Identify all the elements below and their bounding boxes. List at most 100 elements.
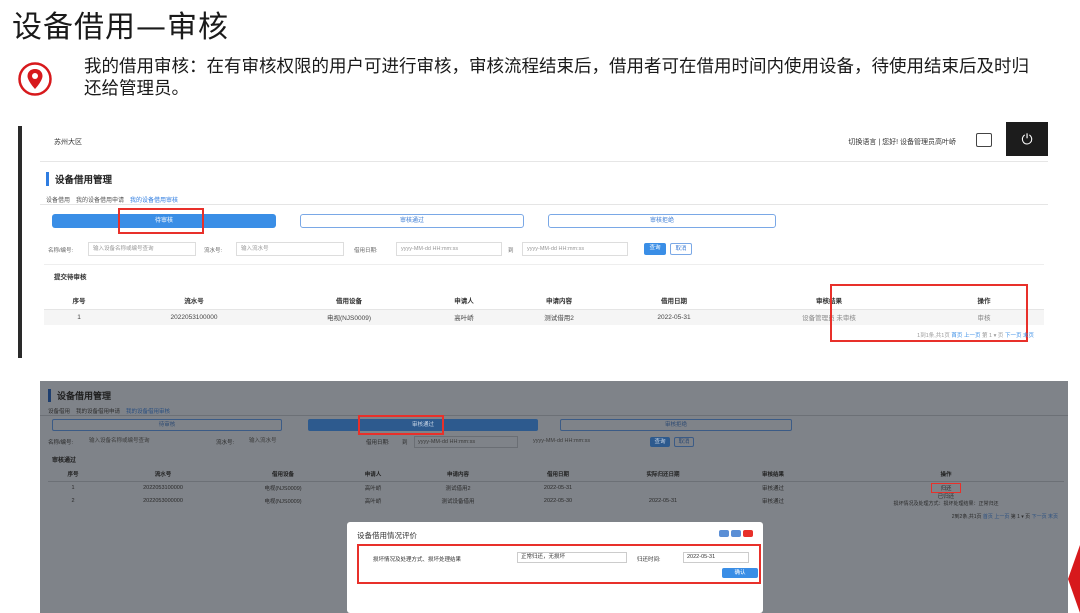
returned-label: 已归还: [937, 494, 955, 500]
pager-next[interactable]: 下一页: [1005, 333, 1022, 339]
pager-summary: 1到1条,共1页: [917, 333, 950, 339]
col-result: 审核结果: [718, 467, 828, 482]
pager-prev[interactable]: 上一页: [994, 514, 1009, 520]
col-serial: 流水号: [114, 291, 274, 310]
highlight-box-pending: [118, 208, 204, 234]
col-index: 序号: [48, 467, 98, 482]
cell-index: 2: [71, 498, 75, 504]
tab-bar: 设备借用 我的设备借用申请 我的设备借用审核: [48, 407, 170, 415]
cell-device: 电视(NJS0009): [264, 485, 302, 492]
pager-next[interactable]: 下一页: [1032, 514, 1047, 520]
name-input[interactable]: 输入设备名称或编号查询: [88, 242, 196, 256]
col-serial: 流水号: [98, 467, 228, 482]
pending-review-button[interactable]: 待审核: [52, 419, 282, 431]
cell-result: 审核通过: [761, 485, 784, 492]
tab-my-requests[interactable]: 我的设备借用申请: [76, 195, 124, 204]
pager-first[interactable]: 首页: [983, 514, 993, 520]
date-start-input[interactable]: yyyy-MM-dd HH:mm:ss: [396, 242, 502, 256]
returned-note: 损坏情况及处理方式：损坏处理结果：正常归还: [893, 501, 999, 507]
cell-return-date: 2022-05-31: [648, 498, 678, 504]
tab-borrow[interactable]: 设备借用: [48, 407, 70, 415]
cancel-button[interactable]: 取消: [674, 437, 694, 447]
tab-divider: [40, 204, 1048, 205]
pager-prev[interactable]: 上一页: [964, 333, 981, 339]
returned-status: 已归还 损坏情况及处理方式：损坏处理结果：正常归还: [828, 494, 1064, 508]
cell-date: 2022-05-31: [614, 309, 734, 325]
table-row: 2 2022053000000 电视(NJS0009) 高叶峤 测试设备借用 2…: [48, 494, 1064, 508]
col-content: 申请内容: [408, 467, 508, 482]
cell-serial: 2022053100000: [114, 309, 274, 325]
slide-description: 我的借用审核：在有审核权限的用户可进行审核，审核流程结束后，借用者可在借用时间内…: [84, 57, 1029, 99]
cell-return-date: [608, 481, 718, 494]
tab-divider: [40, 415, 1068, 416]
pagination: 2到2条,共1页 首页 上一页 第 1 ▾ 页 下一页 末页: [952, 513, 1058, 520]
cell-result: 审核通过: [761, 499, 784, 505]
name-label: 名称/编号:: [48, 440, 74, 446]
name-input[interactable]: 输入设备名称或编号查询: [86, 436, 194, 448]
dialog-controls: [719, 530, 753, 537]
tab-borrow[interactable]: 设备借用: [46, 195, 70, 204]
date-end-input[interactable]: yyyy-MM-dd HH:mm:ss: [530, 436, 634, 448]
user-greeting[interactable]: 切换语言 | 您好! 设备管理员高叶峤: [848, 137, 956, 147]
tab-my-requests[interactable]: 我的设备借用申请: [76, 407, 120, 415]
close-icon[interactable]: [743, 530, 753, 537]
cell-serial: 2022053100000: [143, 484, 183, 491]
slide-left-bar: [18, 126, 22, 358]
return-link-label[interactable]: 归还: [931, 482, 961, 493]
col-device: 借用设备: [228, 467, 338, 482]
cell-content: 测试借用2: [445, 485, 471, 492]
cell-date: 2022-05-31: [543, 484, 573, 491]
cell-applicant: 高叶峤: [364, 485, 382, 492]
search-button[interactable]: 查询: [650, 437, 670, 447]
tab-my-reviews[interactable]: 我的设备借用审核: [126, 407, 170, 415]
cell-content: 测试借用2: [504, 309, 614, 325]
cell-date: 2022-05-30: [543, 498, 573, 504]
col-device: 借用设备: [274, 291, 424, 310]
site-name: 苏州大区: [54, 139, 82, 146]
highlight-box-dialog: [357, 544, 761, 584]
pager-page-select[interactable]: 第 1 ▾ 页: [982, 333, 1003, 339]
maximize-icon[interactable]: [731, 530, 741, 537]
col-action: 操作: [828, 467, 1064, 482]
return-link[interactable]: 归还: [828, 481, 1064, 494]
tab-my-reviews[interactable]: 我的设备借用审核: [130, 195, 178, 204]
cancel-button[interactable]: 取消: [670, 243, 692, 255]
pager-last[interactable]: 末页: [1048, 514, 1058, 520]
date-end-input[interactable]: yyyy-MM-dd HH:mm:ss: [522, 242, 628, 256]
cell-device: 电视(NJS0009): [274, 309, 424, 325]
serial-label: 流水号:: [204, 248, 223, 254]
evaluation-dialog: 设备借用情况评价 损坏情况及处理方式、损坏处理结果 正常归还，无损坏 归还时间:…: [347, 522, 763, 613]
date-start-input[interactable]: yyyy-MM-dd HH:mm:ss: [414, 436, 518, 448]
pager-first[interactable]: 首页: [951, 333, 962, 339]
pager-page-select[interactable]: 第 1 ▾ 页: [1011, 514, 1030, 520]
date-label: 借用日期:: [354, 248, 378, 254]
date-to-label: 到: [402, 440, 408, 446]
location-pin-icon: [18, 62, 52, 96]
col-index: 序号: [44, 291, 114, 310]
pager-last[interactable]: 末页: [1023, 333, 1034, 339]
cell-content: 测试设备借用: [441, 499, 475, 505]
dialog-title: 设备借用情况评价: [357, 531, 417, 540]
serial-input[interactable]: 输入流水号: [236, 242, 344, 256]
serial-input[interactable]: 输入流水号: [246, 436, 346, 448]
col-content: 申请内容: [504, 291, 614, 310]
date-label: 借用日期:: [366, 440, 390, 446]
rejected-button[interactable]: 审核拒绝: [548, 214, 776, 228]
cell-index: 1: [71, 484, 75, 491]
col-applicant: 申请人: [338, 467, 408, 482]
user-icon[interactable]: [976, 133, 992, 147]
rejected-button[interactable]: 审核拒绝: [560, 419, 792, 431]
approved-table: 序号 流水号 借用设备 申请人 申请内容 借用日期 实际归还日期 审核结果 操作…: [48, 467, 1064, 508]
col-date: 借用日期: [614, 291, 734, 310]
highlight-box-approved: [358, 415, 444, 435]
slide-title: 设备借用—审核: [12, 10, 229, 45]
approved-button[interactable]: 审核通过: [300, 214, 524, 228]
search-button[interactable]: 查询: [644, 243, 666, 255]
filter-bar: 名称/编号: 输入设备名称或编号查询 流水号: 输入流水号 借用日期: 到 yy…: [40, 435, 1068, 451]
cell-serial: 2022053000000: [143, 498, 183, 504]
power-icon[interactable]: ⏻: [1006, 122, 1048, 156]
confirm-button[interactable]: 确认: [722, 568, 758, 578]
cell-applicant: 高叶峤: [364, 499, 382, 505]
page-heading: 设备借用管理: [46, 172, 112, 186]
minimize-icon[interactable]: [719, 530, 729, 537]
